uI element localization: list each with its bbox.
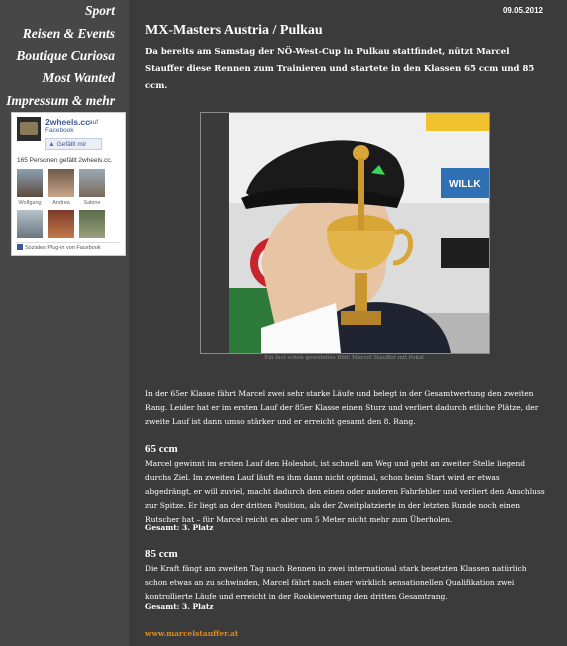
result-line: Gesamt: 3. Platz — [145, 523, 214, 532]
paragraph: In der 65er Klasse fährt Marcel zwei seh… — [145, 389, 539, 426]
like-button[interactable]: ▲ Gefällt mir — [45, 138, 102, 150]
fan-name[interactable]: Sabine — [77, 200, 107, 206]
website-link[interactable]: www.marcelstauffer.at — [145, 629, 238, 638]
result-line: Gesamt: 3. Platz — [145, 602, 214, 611]
sidebar: Sport Reisen & Events Boutique Curiosa M… — [0, 0, 129, 646]
fan-avatar[interactable] — [79, 210, 105, 238]
fan-avatar[interactable] — [79, 169, 105, 197]
facebook-plugin-link[interactable]: Soziales Plug-in von Facebook — [17, 244, 101, 251]
plugin-label: Soziales Plug-in von Facebook — [25, 245, 101, 251]
fan-avatar[interactable] — [17, 169, 43, 197]
fan-avatar[interactable] — [48, 169, 74, 197]
nav-item-boutique-curiosa[interactable]: Boutique Curiosa — [16, 48, 129, 64]
divider — [15, 242, 121, 243]
like-button-label: Gefällt mir — [56, 141, 87, 148]
post-title: MX-Masters Austria / Pulkau — [145, 23, 323, 38]
photo-caption: Ein fast schon gewohntes Bild: Marcel St… — [264, 355, 424, 361]
like-count: 165 Personen gefällt 2wheels.cc. — [17, 157, 113, 164]
post-intro: Da bereits am Samstag der NÖ-West-Cup in… — [145, 47, 535, 91]
nav-item-sport[interactable]: Sport — [85, 3, 129, 19]
facebook-page-name[interactable]: 2wheels.cc — [45, 117, 90, 127]
nav-item-most-wanted[interactable]: Most Wanted — [42, 70, 129, 86]
section-heading: 85 ccm — [145, 548, 178, 560]
facebook-like-box: 2wheels.cc auf Facebook ▲ Gefällt mir 16… — [11, 112, 126, 256]
post-date: 09.05.2012 — [502, 6, 543, 15]
page-avatar[interactable] — [17, 117, 41, 141]
fan-name[interactable]: Andrea — [46, 200, 76, 206]
svg-text:WILLK: WILLK — [449, 179, 481, 190]
facebook-icon — [17, 244, 23, 250]
paragraph: Die Kraft fängt am zweiten Tag nach Renn… — [145, 564, 527, 601]
facebook-network-link[interactable]: Facebook — [45, 127, 74, 134]
facebook-on-label: auf — [89, 119, 99, 126]
section-heading: 65 ccm — [145, 443, 178, 455]
fan-avatar[interactable] — [48, 210, 74, 238]
fan-name[interactable]: Wolfgang — [15, 200, 45, 206]
thumbs-up-icon: ▲ — [48, 141, 55, 148]
nav-item-impressum[interactable]: Impressum & mehr — [6, 93, 129, 109]
nav-item-reisen-events[interactable]: Reisen & Events — [23, 26, 129, 42]
post-photo: WILLK — [200, 112, 490, 354]
paragraph: Marcel gewinnt im ersten Lauf den Holesh… — [145, 459, 545, 524]
fan-avatar[interactable] — [17, 210, 43, 238]
